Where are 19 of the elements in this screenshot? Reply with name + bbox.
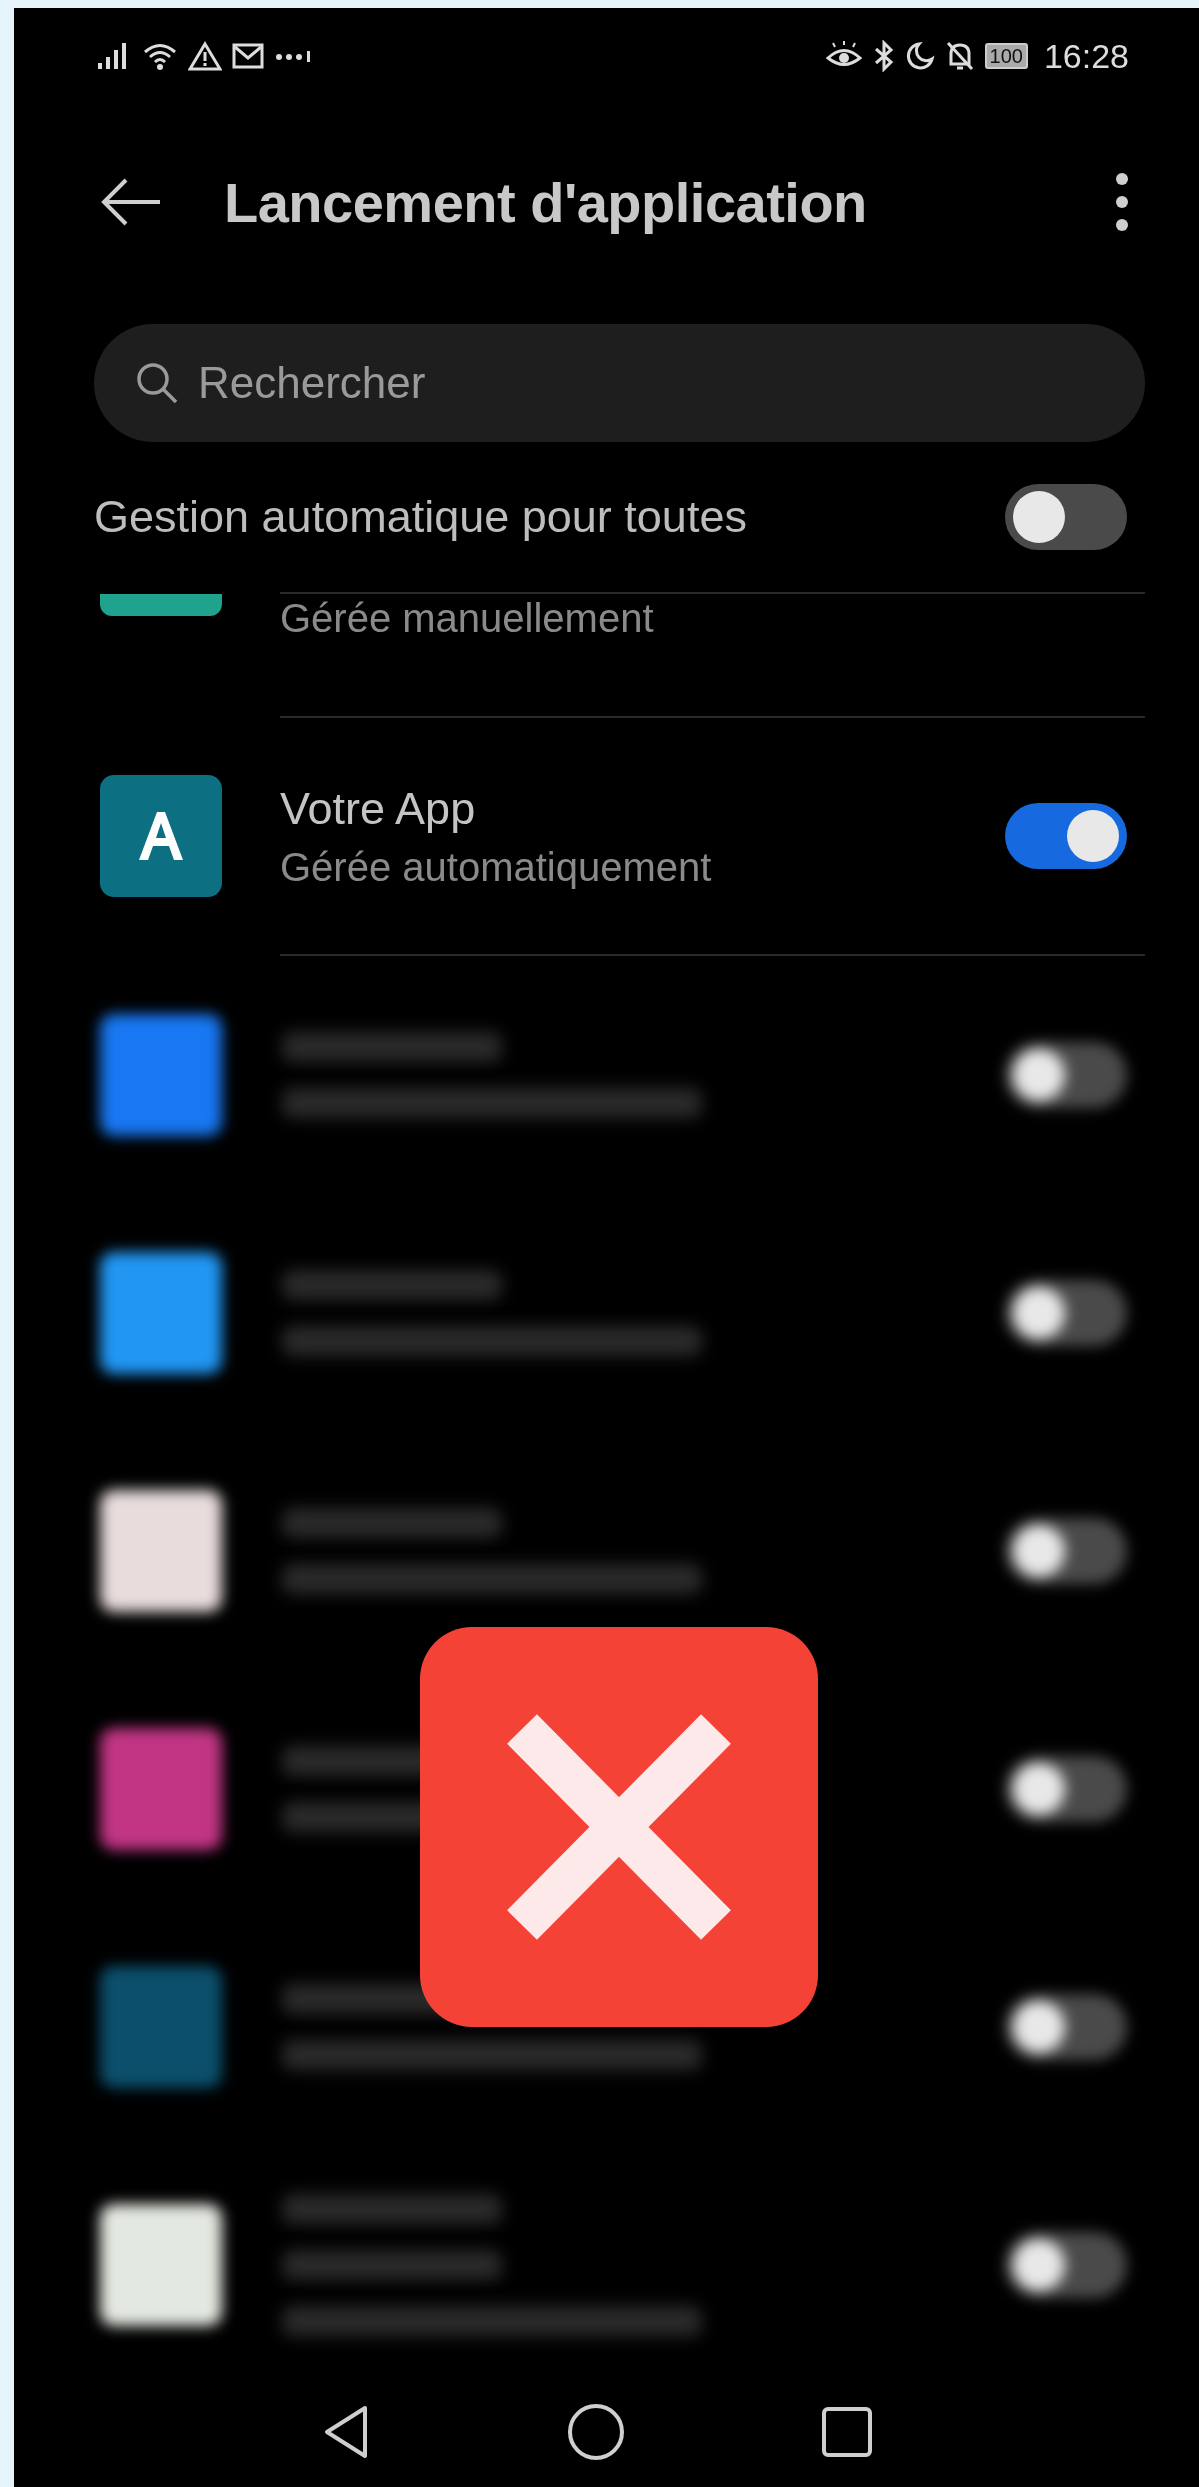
recents-icon[interactable] [820, 2406, 873, 2458]
bluetooth-icon [872, 40, 895, 72]
app-name: Votre App [280, 782, 477, 835]
warning-icon [188, 41, 222, 71]
bell-off-icon [944, 40, 975, 72]
home-icon[interactable] [566, 2403, 625, 2461]
battery-level: 100 [984, 43, 1028, 69]
wifi-icon [142, 41, 178, 71]
search-field[interactable]: Rechercher [94, 324, 1145, 442]
search-icon [134, 360, 180, 406]
app-status: Gérée manuellement [280, 596, 654, 641]
status-time: 16:28 [1043, 36, 1129, 76]
app-status: Gérée automatiquement [280, 844, 713, 890]
setting-label: Gestion automatique pour toutes [94, 491, 747, 543]
cross-icon [420, 1627, 818, 2027]
more-options-icon[interactable] [1115, 172, 1129, 232]
moon-icon [904, 41, 935, 71]
mail-icon [232, 42, 264, 70]
page-title: Lancement d'application [224, 169, 868, 235]
